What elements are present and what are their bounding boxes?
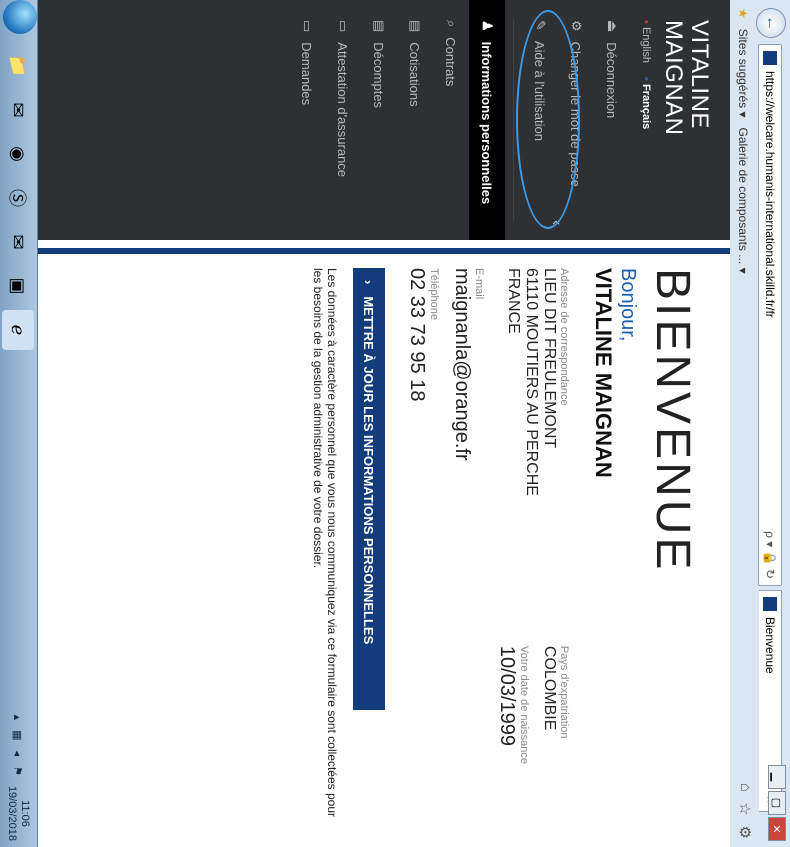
url-text: https://welcare.humanis-international.sk…	[763, 71, 777, 318]
home-icon[interactable]: ⌂	[736, 783, 754, 792]
address-line-2: 61110 MOUTIERS AU PERCHE	[523, 268, 540, 496]
sidebar-item-decomptes[interactable]: ▤ Décomptes	[361, 0, 397, 240]
powerpoint-icon[interactable]: ▣	[2, 266, 34, 306]
phone-value: 02 33 73 95 18	[406, 268, 428, 402]
privacy-notice: Les données à caractère personnel que vo…	[311, 268, 339, 817]
clock-time: 11:06	[19, 800, 31, 827]
outlook-icon[interactable]: ✉	[2, 90, 34, 130]
tab-favicon-icon	[763, 597, 777, 611]
birth-value: 10/03/1999	[496, 645, 518, 747]
chevron-right-icon: ›	[361, 280, 377, 285]
network-icon[interactable]: ▦	[12, 730, 25, 740]
document-icon: ▭	[336, 20, 351, 33]
fr-flag-icon: ▪	[640, 77, 652, 81]
birth-label: Votre date de naissance	[518, 645, 530, 764]
highlight-ellipse	[516, 10, 580, 229]
user-last-name: MAIGNAN	[660, 20, 687, 136]
favorites-icon[interactable]: ☆	[736, 802, 754, 815]
sidebar-item-contrats[interactable]: ⌕ Contrats	[433, 0, 469, 240]
language-switcher: ▪ English ▪ Français	[640, 0, 660, 240]
sidebar-item-informations[interactable]: ♟ Informations personnelles	[469, 0, 505, 240]
logout-icon: ⏏	[605, 20, 620, 33]
address-label: Adresse de correspondance	[558, 268, 570, 406]
gear-icon: ⚙	[569, 20, 584, 32]
address-line-1: LIEU DIT FREULEMONT	[541, 268, 558, 449]
close-window-button[interactable]: ✕	[768, 817, 786, 841]
country-label: Pays d'expatriation	[558, 645, 570, 739]
lang-english[interactable]: ▪ English	[640, 20, 652, 63]
phone-label: Téléphone	[428, 268, 440, 320]
web-page: VITALINE MAIGNAN ▪ English ▪ Français ⏏ …	[38, 0, 730, 847]
start-button[interactable]	[3, 0, 37, 34]
country-value: COLOMBIE	[541, 645, 558, 731]
user-first-name: VITALINE	[686, 20, 713, 129]
tray-arrow-icon[interactable]: ▴	[12, 715, 25, 721]
favorite-galerie[interactable]: Galerie de composants ... ▾	[736, 128, 750, 274]
greeting: Bonjour,	[617, 268, 639, 342]
info-columns: Adresse de correspondance LIEU DIT FREUL…	[495, 268, 580, 847]
document-icon: ▭	[300, 20, 315, 33]
desktop-screen: ← https://welcare.humanis-international.…	[0, 0, 790, 847]
flag-icon[interactable]: ⚑	[12, 766, 25, 776]
address-actions-icon[interactable]: ρ ▾ 🔒 ↻	[763, 531, 777, 579]
window-controls: ▁ ▢ ✕	[768, 765, 786, 841]
maximize-button[interactable]: ▢	[768, 791, 786, 815]
address-line-3: FRANCE	[505, 268, 522, 334]
greeting-name: VITALINE MAIGNAN	[591, 268, 616, 478]
main-content: BIENVENUE Bonjour, VITALINE MAIGNAN Adre…	[38, 248, 730, 847]
page-title: BIENVENUE	[646, 268, 699, 573]
explorer-icon[interactable]: 📁	[2, 46, 34, 86]
favorites-bar: ★ Sites suggérés ▾ Galerie de composants…	[732, 0, 754, 847]
country-block: Pays d'expatriation COLOMBIE Votre date …	[495, 646, 580, 764]
lang-french[interactable]: ▪ Français	[640, 77, 652, 129]
outlook-mail-icon[interactable]: ✉	[2, 222, 34, 262]
address-bar[interactable]: https://welcare.humanis-international.sk…	[758, 44, 782, 586]
browser-tools: ⌂ ☆ ⚙	[736, 783, 754, 839]
skype-icon[interactable]: Ⓢ	[2, 178, 34, 218]
sidebar-item-cotisations[interactable]: ▤ Cotisations	[397, 0, 433, 240]
uk-flag-icon: ▪	[640, 20, 652, 24]
update-info-button[interactable]: › METTRE À JOUR LES INFORMATIONS PERSONN…	[353, 268, 385, 710]
user-icon: ♟	[480, 20, 495, 32]
favorite-sites-suggeres[interactable]: Sites suggérés ▾	[736, 29, 750, 118]
tab-title: Bienvenue	[763, 617, 777, 674]
clock-date: 19/03/2018	[6, 785, 18, 841]
minimize-button[interactable]: ▁	[768, 765, 786, 789]
system-tray: ▴ ▦ ◂ ⚑ 11:06 19/03/2018	[0, 715, 37, 841]
favorites-star-icon: ★	[736, 8, 750, 19]
address-block: Adresse de correspondance LIEU DIT FREUL…	[495, 268, 580, 496]
search-icon: ⌕	[444, 20, 459, 28]
email-value: maignanla@orange.fr	[451, 268, 473, 461]
settings-gear-icon[interactable]: ⚙	[736, 826, 754, 839]
chart-icon: ▤	[372, 20, 387, 33]
accent-bar	[38, 248, 730, 254]
sidebar-item-deconnexion[interactable]: ⏏ Déconnexion	[594, 0, 630, 240]
email-label: E-mail	[473, 268, 485, 300]
clock[interactable]: 11:06 19/03/2018	[5, 786, 31, 841]
chart-icon: ▤	[408, 20, 423, 33]
sidebar-item-demandes[interactable]: ▭ Demandes	[289, 0, 325, 240]
back-arrow-icon: ←	[763, 15, 780, 31]
back-button[interactable]: ←	[756, 8, 786, 38]
sidebar-divider	[513, 20, 514, 220]
taskbar: 📁 ✉ ◉ Ⓢ ✉ ▣ ℯ ▴ ▦ ◂ ⚑ 11:06 19/03/2018	[0, 0, 38, 847]
volume-icon[interactable]: ◂	[12, 751, 25, 757]
site-favicon-icon	[763, 51, 777, 65]
sidebar: VITALINE MAIGNAN ▪ English ▪ Français ⏏ …	[38, 0, 730, 240]
sidebar-item-attestation[interactable]: ▭ Attestation d'assurance	[325, 0, 361, 240]
internet-explorer-icon[interactable]: ℯ	[2, 310, 34, 350]
chrome-icon[interactable]: ◉	[2, 134, 34, 174]
